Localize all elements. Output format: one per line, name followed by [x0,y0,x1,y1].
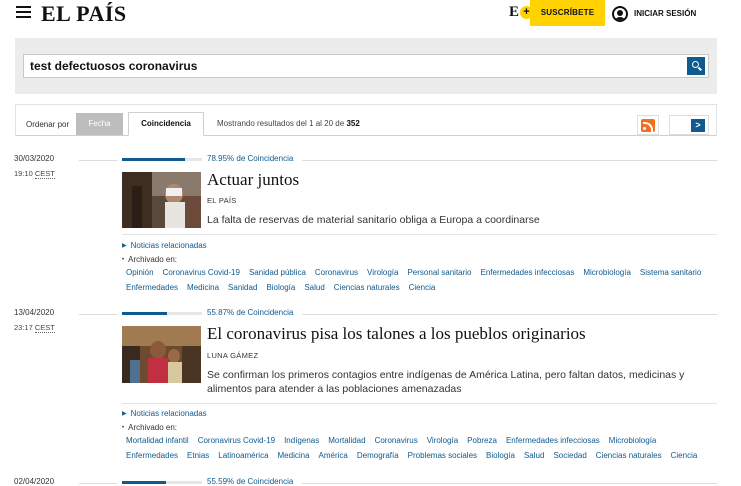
tag-link[interactable]: Ciencia [671,448,698,463]
tag-link[interactable]: Enfermedades infecciosas [481,265,575,280]
result-date: 13/04/2020 [14,308,55,317]
result-thumbnail[interactable] [122,172,201,228]
search-button[interactable] [687,57,705,75]
tag-link[interactable]: Etnias [187,448,209,463]
tag-link[interactable]: Enfermedades [126,280,178,295]
tag-link[interactable]: Sanidad pública [249,265,306,280]
sort-label: Ordenar por [26,120,70,129]
triangle-bullet-icon: ▶ [122,243,127,249]
tab-sort-relevance[interactable]: Coincidencia [128,112,204,136]
result-date: 30/03/2020 [14,154,55,163]
archived-label: • Archivado en: [122,423,178,432]
relevance-bar [122,158,202,161]
tag-link[interactable]: Pobreza [467,433,497,448]
results-count: Mostrando resultados del 1 al 20 de 352 [217,119,360,128]
tag-link[interactable]: Demografía [357,448,399,463]
relevance-bar [122,312,202,315]
tag-link[interactable]: Coronavirus Covid-19 [163,265,240,280]
user-icon [612,5,628,22]
relevance-text: 78.95% de Coincidencia [207,154,294,163]
tag-link[interactable]: Biología [486,448,515,463]
tag-link[interactable]: Salud [524,448,544,463]
login-button[interactable]: INICIAR SESIÓN [612,5,696,22]
tag-list: Opinión Coronavirus Covid-19 Sanidad públi… [126,265,726,295]
tag-link[interactable]: Ciencia [409,280,436,295]
login-label: INICIAR SESIÓN [634,9,697,18]
relevance-text: 55.87% de Coincidencia [207,308,294,317]
tag-link[interactable]: Indígenas [284,433,319,448]
eplus-letter: E [509,4,520,20]
rss-icon [641,119,655,132]
tag-link[interactable]: Mortalidad infantil [126,433,189,448]
tag-link[interactable]: América [319,448,348,463]
site-header: EL PAÍS E + SUSCRÍBETE INICIAR SESIÓN [0,0,741,26]
tag-link[interactable]: Salud [304,280,324,295]
tag-list: Mortalidad infantil Coronavirus Covid-19 I… [126,433,726,463]
tag-link[interactable]: Latinoamérica [218,448,268,463]
tag-link[interactable]: Problemas sociales [408,448,477,463]
tag-link[interactable]: Personal sanitario [407,265,471,280]
relevance-bar [122,481,202,484]
tag-link[interactable]: Medicina [187,280,219,295]
tag-link[interactable]: Enfermedades infecciosas [506,433,600,448]
tag-link[interactable]: Medicina [278,448,310,463]
tag-link[interactable]: Biología [266,280,295,295]
result-time: 23:17 CEST [14,323,55,333]
result-summary: La falta de reservas de material sanitar… [207,214,540,226]
triangle-bullet-icon: ▶ [122,411,127,417]
tag-link[interactable]: Coronavirus [315,265,358,280]
relevance-bar-fill [122,312,167,315]
archived-label: • Archivado en: [122,255,178,264]
tag-link[interactable]: Microbiología [609,433,657,448]
search-input[interactable] [30,58,670,74]
result-time: 19:10 CEST [14,169,55,179]
search-panel [15,38,717,94]
result-author: EL PAÍS [207,196,237,205]
pager-next-button[interactable]: > [691,119,705,132]
tab-sort-date[interactable]: Fecha [76,113,123,135]
result-title[interactable]: Actuar juntos [207,170,299,190]
search-box [23,54,709,78]
tag-link[interactable]: Microbiología [583,265,631,280]
tag-link[interactable]: Sociedad [553,448,586,463]
result-summary: Se confirman los primeros contagios entr… [207,369,685,395]
result-title[interactable]: El coronavirus pisa los talones a los pu… [207,324,586,344]
result-thumbnail[interactable] [122,326,201,383]
tag-link[interactable]: Coronavirus [375,433,418,448]
result-date: 02/04/2020 [14,477,55,486]
result-author: LUNA GÁMEZ [207,351,259,360]
tag-link[interactable]: Ciencias naturales [334,280,400,295]
relevance-text: 55.59% de Coincidencia [207,477,294,486]
sort-bar: Ordenar por Fecha Coincidencia Mostrando… [15,104,717,136]
tag-link[interactable]: Virología [367,265,398,280]
tag-link[interactable]: Mortalidad [328,433,365,448]
tag-link[interactable]: Coronavirus Covid-19 [198,433,275,448]
site-logo[interactable]: EL PAÍS [41,1,127,27]
tag-link[interactable]: Ciencias naturales [596,448,662,463]
tag-link[interactable]: Sistema sanitario [640,265,701,280]
rss-button[interactable] [637,115,659,135]
tag-link[interactable]: Sanidad [228,280,257,295]
tag-link[interactable]: Opinión [126,265,154,280]
relevance-bar-fill [122,158,186,161]
hamburger-menu-icon[interactable] [16,6,31,18]
pager: > [669,115,709,135]
related-news-link[interactable]: ▶ Noticias relacionadas [122,241,207,250]
subscribe-button[interactable]: SUSCRÍBETE [530,0,605,26]
results-total: 352 [346,119,360,128]
tag-link[interactable]: Virología [427,433,458,448]
relevance-bar-fill [122,481,167,484]
related-news-link[interactable]: ▶ Noticias relacionadas [122,409,207,418]
tag-link[interactable]: Enfermedades [126,448,178,463]
